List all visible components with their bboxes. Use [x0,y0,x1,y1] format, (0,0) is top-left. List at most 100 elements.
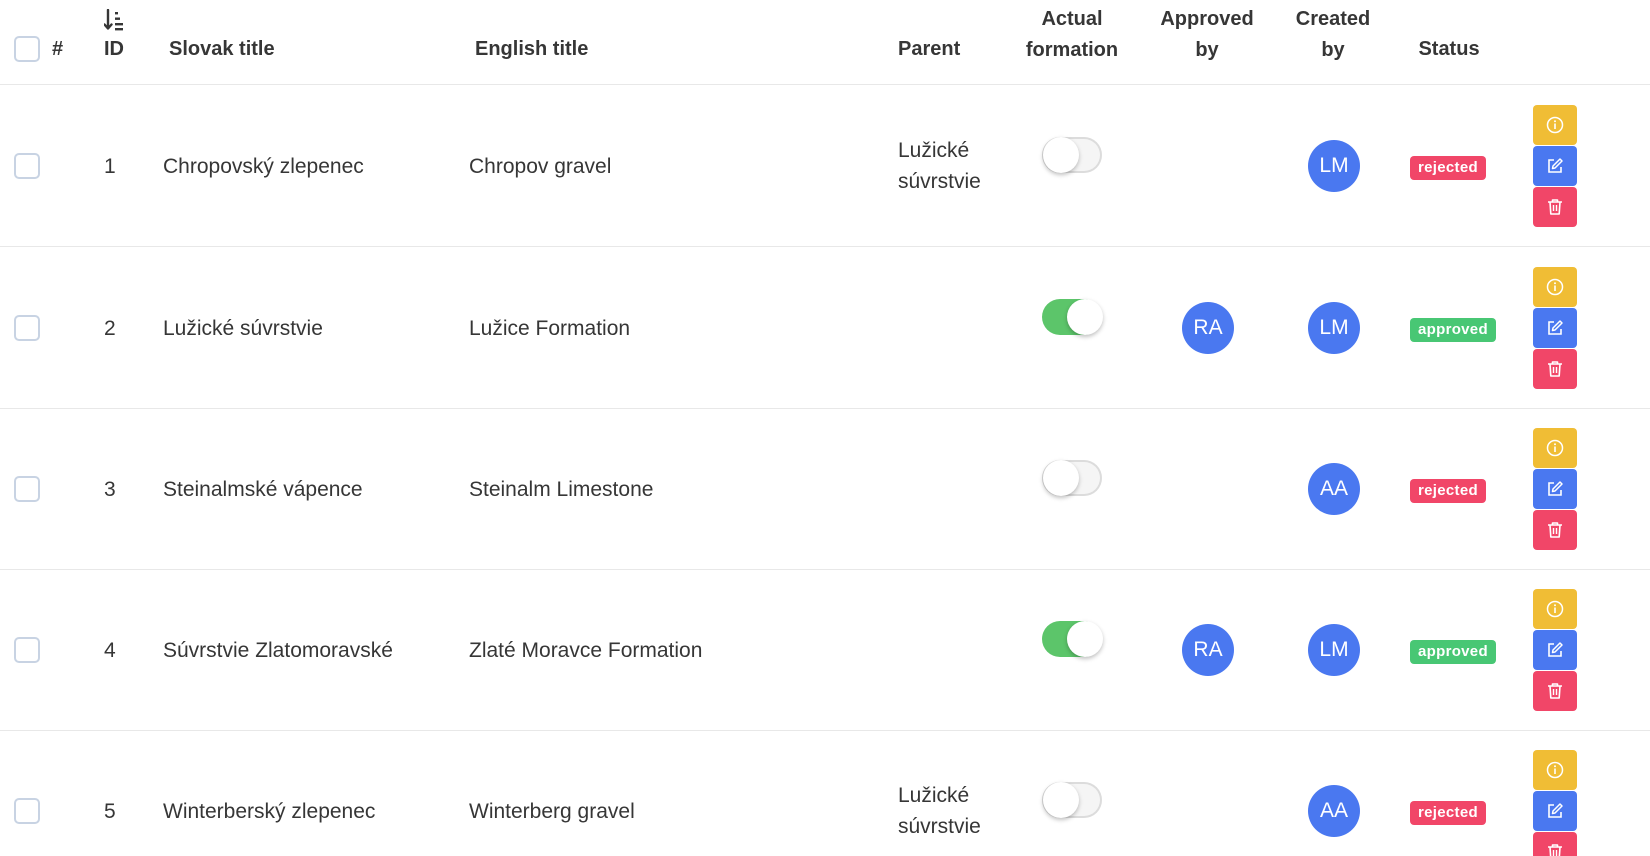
column-header-english-title[interactable]: English title [475,34,588,65]
row-checkbox[interactable] [14,153,40,179]
actual-formation-toggle[interactable] [1042,621,1103,657]
edit-icon [1548,158,1563,173]
column-header-approved-by[interactable]: Approved by [1147,4,1267,66]
delete-button[interactable] [1533,349,1577,389]
info-circle-icon [1546,439,1564,457]
approved-by-avatar: RA [1182,624,1234,676]
row-slovak-title: Winterberský zlepenec [163,800,376,823]
toggle-knob [1043,782,1079,818]
column-header-status[interactable]: Status [1389,34,1509,65]
edit-icon [1548,320,1563,335]
table-row: 2 Lužické súvrstvie Lužice Formation RA … [0,247,1650,409]
actual-formation-toggle[interactable] [1042,782,1102,818]
row-id: 2 [104,317,116,340]
row-checkbox[interactable] [14,315,40,341]
trash-icon [1548,522,1562,538]
column-header-slovak-title[interactable]: Slovak title [169,34,275,65]
info-button[interactable] [1533,589,1577,629]
column-header-actual-formation-line2: formation [1025,39,1119,61]
row-english-title: Zlaté Moravce Formation [469,639,703,662]
status-badge: rejected [1410,156,1486,180]
approved-by-avatar: RA [1182,302,1234,354]
row-parent-line2: súvrstvie [898,815,981,838]
row-parent-line1: Lužické [898,784,970,807]
created-by-avatar: LM [1308,140,1360,192]
info-circle-icon [1546,600,1564,618]
edit-button[interactable] [1533,630,1577,670]
info-button[interactable] [1533,267,1577,307]
edit-button[interactable] [1533,308,1577,348]
actual-formation-toggle[interactable] [1042,460,1102,496]
row-english-title: Lužice Formation [469,317,631,340]
table-row: 4 Súvrstvie Zlatomoravské Zlaté Moravce … [0,569,1650,731]
column-header-created-by-line2: by [1321,39,1345,61]
row-parent: Lužické súvrstvie [898,135,1008,197]
status-badge: approved [1410,318,1496,342]
column-header-approved-by-line1: Approved [1160,8,1254,30]
edit-button[interactable] [1533,146,1577,186]
delete-button[interactable] [1533,671,1577,711]
column-header-parent[interactable]: Parent [898,34,960,65]
created-by-avatar: AA [1308,463,1360,515]
delete-button[interactable] [1533,187,1577,227]
toggle-knob [1043,460,1079,496]
row-parent-line1: Lužické [898,139,970,162]
delete-button[interactable] [1533,510,1577,550]
edit-icon [1548,642,1563,657]
column-header-actual-formation-line1: Actual [1041,8,1103,30]
status-badge: rejected [1410,801,1486,825]
table-header: # ID Slovak title English title Parent A… [0,0,1650,85]
row-english-title: Winterberg gravel [469,800,635,823]
select-all-checkbox[interactable] [14,36,40,62]
created-by-avatar: LM [1308,624,1360,676]
info-button[interactable] [1533,105,1577,145]
info-circle-icon [1546,278,1564,296]
delete-button[interactable] [1533,832,1577,856]
row-slovak-title: Súvrstvie Zlatomoravské [163,639,393,662]
edit-button[interactable] [1533,469,1577,509]
row-slovak-title: Chropovský zlepenec [163,155,364,178]
trash-icon [1548,361,1562,377]
row-english-title: Steinalm Limestone [469,478,654,501]
column-header-approved-by-line2: by [1195,39,1219,61]
row-checkbox[interactable] [14,476,40,502]
row-slovak-title: Steinalmské vápence [163,478,363,501]
status-badge: rejected [1410,479,1486,503]
row-parent: Lužické súvrstvie [898,780,1008,842]
column-header-hash: # [52,38,64,60]
formations-table: # ID Slovak title English title Parent A… [0,0,1650,856]
actual-formation-toggle[interactable] [1042,137,1102,173]
row-checkbox[interactable] [14,798,40,824]
info-button[interactable] [1533,428,1577,468]
table-row: 5 Winterberský zlepenec Winterberg grave… [0,730,1650,856]
row-id: 4 [104,639,116,662]
row-id: 3 [104,478,116,501]
edit-button[interactable] [1533,791,1577,831]
column-header-id[interactable]: ID [104,34,124,65]
actual-formation-toggle[interactable] [1042,299,1103,335]
row-english-title: Chropov gravel [469,155,612,178]
trash-icon [1548,199,1562,215]
edit-icon [1548,481,1563,496]
row-id: 5 [104,800,116,823]
row-id: 1 [104,155,116,178]
edit-icon [1548,803,1563,818]
row-slovak-title: Lužické súvrstvie [163,317,323,340]
status-badge: approved [1410,640,1496,664]
column-header-created-by[interactable]: Created by [1273,4,1393,66]
trash-icon [1548,844,1562,856]
column-header-actual-formation[interactable]: Actual formation [1012,4,1132,66]
row-parent-line2: súvrstvie [898,170,981,193]
trash-icon [1548,683,1562,699]
table-row: 1 Chropovský zlepenec Chropov gravel Luž… [0,85,1650,247]
table-row: 3 Steinalmské vápence Steinalm Limestone… [0,408,1650,570]
sort-numeric-down-icon[interactable] [104,9,124,31]
toggle-knob [1043,137,1079,173]
toggle-knob [1067,621,1103,657]
info-circle-icon [1546,116,1564,134]
created-by-avatar: LM [1308,302,1360,354]
row-checkbox[interactable] [14,637,40,663]
info-circle-icon [1546,761,1564,779]
created-by-avatar: AA [1308,785,1360,837]
info-button[interactable] [1533,750,1577,790]
